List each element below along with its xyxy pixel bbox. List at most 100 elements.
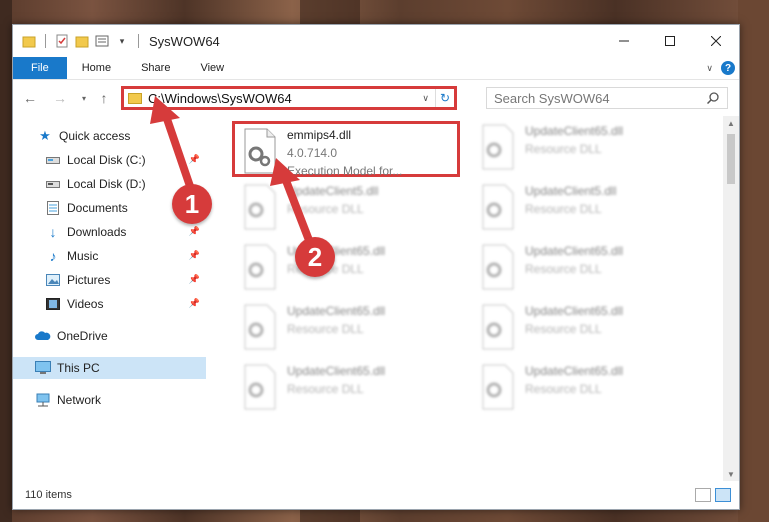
file-tile[interactable]: UpdateClient65.dll Resource DLL [473, 240, 701, 296]
file-name: UpdateClient5.dll [525, 184, 617, 198]
refresh-button[interactable]: ↻ [435, 89, 454, 107]
recent-locations-button[interactable]: ▾ [75, 89, 93, 107]
file-tile[interactable]: UpdateClient5.dll Resource DLL [235, 180, 463, 236]
address-path: C:\Windows\SysWOW64 [148, 90, 292, 106]
search-icon [707, 92, 719, 104]
file-name: UpdateClient65.dll [287, 304, 386, 318]
minimize-button[interactable] [601, 25, 647, 57]
sidebar-item-label: Local Disk (D:) [67, 177, 146, 191]
sidebar-item-this-pc[interactable]: This PC [13, 357, 206, 379]
status-bar: 110 items [13, 481, 739, 509]
folder-icon [21, 33, 37, 49]
file-type: Resource DLL [525, 262, 602, 276]
file-type: Resource DLL [525, 202, 602, 216]
details-view-icon[interactable] [695, 488, 711, 502]
sidebar-item-network[interactable]: Network [13, 389, 206, 411]
up-button[interactable]: ↑ [95, 89, 113, 107]
customize-toolbar-icon[interactable]: ▾ [114, 33, 130, 49]
tiles-view-icon[interactable] [715, 488, 731, 502]
sidebar-item-label: Network [57, 393, 102, 407]
tab-view[interactable]: View [185, 57, 239, 79]
file-tile[interactable]: UpdateClient65.dll Resource DLL [473, 360, 701, 416]
toolbar-separator [45, 34, 46, 48]
sidebar-item-pictures[interactable]: Pictures 📌 [13, 269, 206, 291]
search-input[interactable]: Search SysWOW64 [486, 87, 728, 109]
file-type: Resource DLL [287, 202, 364, 216]
file-name: UpdateClient65.dll [525, 304, 624, 318]
close-button[interactable] [693, 25, 739, 57]
file-name: UpdateClient65.dll [525, 364, 624, 378]
ribbon-right-controls: ∨ ? [706, 57, 739, 79]
dll-file-icon [482, 244, 514, 290]
file-tile[interactable]: UpdateClient65.dll Resource DLL [235, 240, 463, 296]
tab-share[interactable]: Share [126, 57, 185, 79]
download-icon: ↓ [49, 224, 57, 240]
file-name: UpdateClient5.dll [287, 184, 379, 198]
file-type: Resource DLL [287, 382, 364, 396]
back-button[interactable]: ← [21, 89, 39, 107]
view-options-icon[interactable] [94, 33, 110, 49]
file-description: Execution Model for... [287, 164, 403, 178]
sidebar-item-music[interactable]: ♪ Music 📌 [13, 245, 206, 267]
pictures-icon [45, 272, 61, 288]
expand-ribbon-icon[interactable]: ∨ [706, 63, 713, 74]
ribbon-tabs: File Home Share View ∨ ? [13, 57, 739, 80]
pin-icon: 📌 [188, 298, 200, 308]
search-placeholder: Search SysWOW64 [494, 90, 610, 106]
file-tile[interactable]: UpdateClient65.dll Resource DLL [235, 360, 463, 416]
pin-icon: 📌 [188, 154, 200, 164]
file-type: Resource DLL [287, 322, 364, 336]
quick-access-toolbar: ▾ [13, 33, 143, 49]
tab-file[interactable]: File [13, 57, 67, 79]
file-name: emmips4.dll [287, 128, 352, 142]
scrollbar-thumb[interactable] [727, 134, 735, 184]
file-name: UpdateClient65.dll [287, 364, 386, 378]
help-icon[interactable]: ? [721, 61, 735, 75]
dll-file-icon [244, 128, 276, 174]
videos-icon [45, 296, 61, 312]
sidebar-item-onedrive[interactable]: OneDrive [13, 325, 206, 347]
item-count: 110 items [25, 489, 72, 501]
dll-file-icon [244, 184, 276, 230]
chevron-down-icon[interactable]: ∨ [422, 93, 429, 104]
view-toggle [695, 488, 739, 502]
file-tile[interactable]: UpdateClient65.dll Resource DLL [473, 300, 701, 356]
maximize-button[interactable] [647, 25, 693, 57]
sidebar-item-label: Pictures [67, 273, 111, 287]
scroll-down-icon[interactable]: ▼ [723, 467, 739, 481]
sidebar-item-downloads[interactable]: ↓ Downloads 📌 [13, 221, 206, 243]
window-controls [601, 25, 739, 57]
file-type: Resource DLL [525, 322, 602, 336]
properties-icon[interactable] [54, 33, 70, 49]
scroll-up-icon[interactable]: ▲ [723, 116, 739, 130]
file-name: UpdateClient65.dll [525, 244, 624, 258]
file-tile-emmips4[interactable]: emmips4.dll 4.0.714.0 Execution Model fo… [232, 121, 460, 178]
dll-file-icon [482, 304, 514, 350]
file-type: Resource DLL [525, 382, 602, 396]
dll-file-icon [244, 244, 276, 290]
sidebar-item-label: This PC [57, 361, 100, 375]
file-tile[interactable]: UpdateClient65.dll Resource DLL [473, 120, 701, 176]
file-version: 4.0.714.0 [287, 146, 338, 160]
background-trunk [738, 0, 769, 522]
callout-badge-2: 2 [295, 237, 335, 277]
dll-file-icon [482, 124, 514, 170]
file-tile[interactable]: UpdateClient5.dll Resource DLL [473, 180, 701, 236]
file-name: UpdateClient65.dll [525, 124, 624, 138]
sidebar-item-label: Music [67, 249, 99, 263]
tab-home[interactable]: Home [67, 57, 126, 79]
vertical-scrollbar[interactable]: ▲ ▼ [723, 116, 739, 481]
cloud-icon [35, 328, 51, 344]
dll-file-icon [244, 304, 276, 350]
sidebar-item-videos[interactable]: Videos 📌 [13, 293, 206, 315]
sidebar-item-local-disk-c[interactable]: Local Disk (C:) 📌 [13, 149, 206, 171]
forward-button[interactable]: → [51, 89, 69, 107]
network-icon [35, 392, 51, 408]
pin-icon: 📌 [188, 250, 200, 260]
address-bar[interactable]: C:\Windows\SysWOW64 ∨ ↻ [121, 86, 457, 110]
file-tile[interactable]: UpdateClient65.dll Resource DLL [235, 300, 463, 356]
sidebar-item-quick-access[interactable]: ★ Quick access [13, 125, 206, 147]
sidebar-item-label: Documents [67, 201, 128, 215]
file-list: emmips4.dll 4.0.714.0 Execution Model fo… [207, 116, 722, 481]
new-folder-icon[interactable] [74, 33, 90, 49]
